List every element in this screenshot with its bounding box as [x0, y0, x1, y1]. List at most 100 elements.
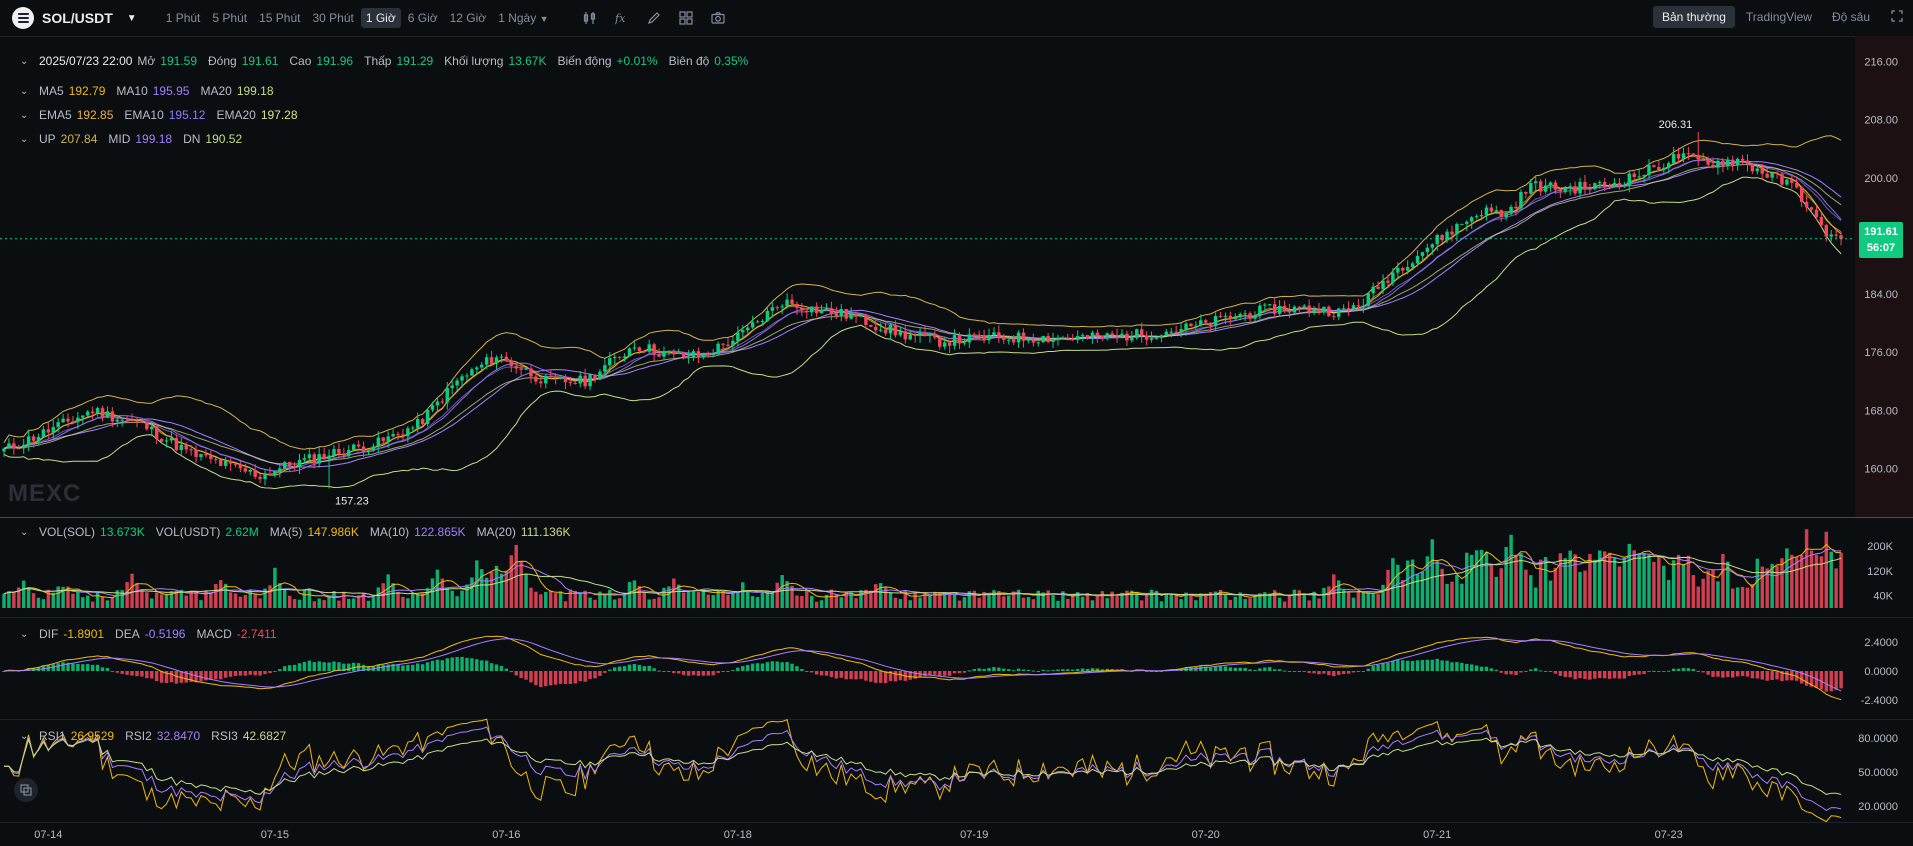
price-tick-label: 160.00: [1864, 463, 1898, 475]
macd-histogram-bar: [145, 671, 149, 679]
candle: [1573, 181, 1577, 196]
volume-bar: [287, 595, 292, 608]
view-mode-tradingview[interactable]: TradingView: [1737, 6, 1821, 28]
view-mode-standard[interactable]: Bản thường: [1652, 6, 1735, 28]
volume-bar: [184, 595, 188, 608]
macd-histogram-bar: [440, 660, 445, 671]
layout-grid-icon[interactable]: [679, 11, 694, 25]
view-mode-depth[interactable]: Độ sâu: [1823, 6, 1879, 28]
volume-bar: [1627, 543, 1632, 608]
interval-1m[interactable]: 1 Phút: [161, 8, 206, 28]
volume-bar: [406, 598, 410, 608]
collapse-chevron-icon[interactable]: ⌄: [20, 731, 34, 742]
rsi2-label: RSI2: [125, 729, 152, 743]
macd-histogram-bar: [731, 670, 735, 672]
candle: [401, 428, 405, 441]
interval-15m[interactable]: 15 Phút: [254, 8, 305, 28]
collapse-chevron-icon[interactable]: ⌄: [20, 56, 34, 67]
camera-icon[interactable]: [711, 11, 726, 25]
symbol-selector[interactable]: SOL/USDT ▼: [12, 7, 137, 29]
kline-chart[interactable]: 216.00 208.00 200.00 184.00 176.00 168.00 160.…: [0, 36, 1913, 846]
candle-body: [1711, 164, 1715, 168]
candle-body: [214, 459, 218, 461]
collapse-chevron-icon[interactable]: ⌄: [20, 527, 34, 538]
candle-body: [199, 454, 203, 457]
candle-body: [1144, 335, 1149, 340]
candle-body: [573, 382, 578, 384]
macd-histogram-bar: [1529, 669, 1533, 671]
candle-body: [933, 333, 937, 338]
candle-type-icon[interactable]: [583, 11, 597, 25]
volume-legend: ⌄ VOL(SOL) 13.673K VOL(USDT) 2.62M MA(5) 14…: [20, 525, 577, 539]
candle: [1218, 311, 1223, 318]
collapse-chevron-icon[interactable]: ⌄: [20, 110, 34, 121]
candle-body: [1410, 263, 1415, 268]
macd-histogram-bar: [878, 671, 883, 683]
candle-body: [1105, 333, 1109, 339]
macd-histogram-bar: [258, 671, 262, 676]
volume-bar: [681, 592, 686, 608]
indicator-icon[interactable]: fx: [615, 11, 629, 25]
volume-bar: [819, 600, 824, 608]
candle: [268, 467, 272, 476]
collapse-chevron-icon[interactable]: ⌄: [20, 86, 34, 97]
candle-body: [721, 343, 725, 345]
interval-12h[interactable]: 12 Giờ: [445, 8, 492, 28]
candle-body: [425, 409, 430, 425]
volume-bar: [1036, 590, 1041, 608]
volume-bar: [1361, 592, 1366, 608]
candle: [1292, 305, 1297, 314]
candle-countdown: 56:07: [1866, 242, 1896, 254]
candle-body: [327, 455, 331, 459]
volume-bar: [332, 590, 336, 608]
candle: [199, 453, 203, 461]
candle-body: [1671, 154, 1676, 164]
boll-upper-band: [3, 135, 1842, 450]
volume-bar: [544, 591, 548, 608]
volume-bar: [253, 594, 257, 608]
candle: [691, 349, 696, 361]
candle-body: [1169, 331, 1173, 333]
macd-histogram-bar: [1297, 671, 1302, 672]
candle-body: [475, 367, 479, 370]
candle-body: [711, 354, 715, 356]
candle-body: [302, 458, 307, 460]
macd-histogram-bar: [982, 668, 986, 671]
candle-body: [337, 449, 341, 454]
candle-body: [1341, 308, 1346, 310]
macd-histogram-bar: [1588, 671, 1592, 680]
collapse-chevron-icon[interactable]: ⌄: [20, 629, 34, 640]
volume-bar: [1499, 568, 1503, 608]
candle: [736, 326, 740, 347]
candle: [1071, 334, 1075, 342]
macd-histogram-bar: [524, 671, 528, 680]
collapse-chevron-icon[interactable]: ⌄: [20, 134, 34, 145]
volume-bar: [780, 575, 784, 608]
candle: [322, 447, 326, 461]
macd-histogram-bar: [1356, 671, 1361, 672]
macd-histogram-bar: [1804, 671, 1809, 686]
interval-5m[interactable]: 5 Phút: [207, 8, 252, 28]
candle-body: [1218, 316, 1223, 318]
candle-body: [1529, 183, 1533, 194]
candle-body: [785, 299, 789, 307]
macd-histogram-bar: [480, 660, 484, 671]
candle: [1583, 175, 1587, 195]
interval-1d[interactable]: 1 Ngày ▼: [493, 8, 553, 28]
interval-1h[interactable]: 1 Giờ: [360, 8, 401, 28]
macd-histogram-bar: [1593, 671, 1597, 679]
fullscreen-icon[interactable]: [1891, 9, 1903, 25]
volume-bar: [691, 591, 696, 608]
candle-body: [1110, 333, 1114, 336]
candle-body: [1056, 337, 1060, 340]
interval-30m[interactable]: 30 Phút: [307, 8, 358, 28]
candle-body: [1174, 331, 1178, 333]
volume-bar: [415, 593, 420, 608]
pencil-icon[interactable]: [647, 11, 661, 25]
ma20-value: 199.18: [236, 84, 274, 98]
volume-bar: [1657, 556, 1661, 608]
interval-6h[interactable]: 6 Giờ: [403, 8, 443, 28]
volume-bar: [322, 600, 326, 608]
candle-body: [622, 356, 627, 358]
chart-settings-button[interactable]: [14, 778, 38, 802]
